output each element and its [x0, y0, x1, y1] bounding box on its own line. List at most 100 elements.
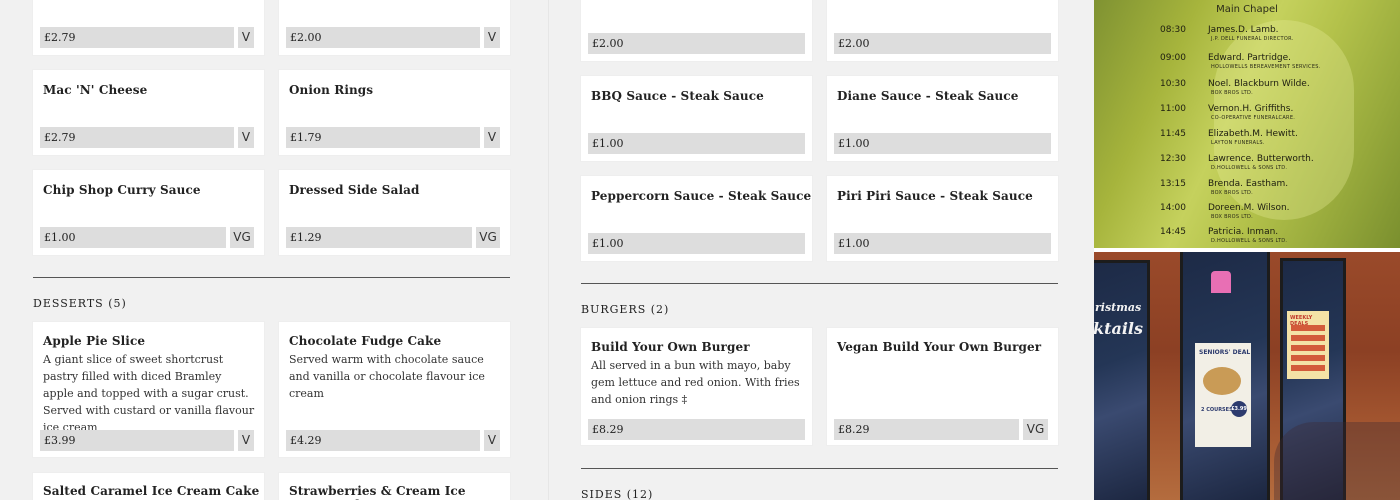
item-price: £2.79 [40, 27, 234, 48]
item-price: £1.79 [286, 127, 480, 148]
window-pane: ristmas ktails [1094, 260, 1150, 500]
poster-subtitle: 2 COURSES [1201, 407, 1233, 413]
item-price: £1.00 [834, 233, 1051, 254]
menu-item-card[interactable]: BBQ Sauce - Steak Sauce £1.00 [581, 76, 812, 161]
item-price: £2.79 [40, 127, 234, 148]
neon-sign-text: ktails [1094, 319, 1144, 338]
pub-window-photo: ristmas ktails SENIORS' DEAL 2 COURSES £… [1094, 252, 1400, 500]
schedule-time: 14:00 [1160, 203, 1186, 213]
schedule-firm: J.P. DELL FUNERAL DIRECTOR. [1211, 36, 1294, 42]
item-price: £3.99 [40, 430, 234, 451]
item-price: £1.00 [40, 227, 226, 248]
schedule-firm: D.HOLLOWELL & SONS LTD. [1211, 238, 1288, 244]
vegetarian-badge: V [484, 27, 500, 48]
menu-item-card[interactable]: Chip Shop Curry Sauce £1.00 VG [33, 170, 264, 255]
schedule-time: 08:30 [1160, 25, 1186, 35]
santa-hat-decoration [1211, 271, 1231, 293]
schedule-firm: HOLLOWELLS BEREAVEMENT SERVICES. [1211, 64, 1321, 70]
item-title: Strawberries & Cream Ice Cream Cake [289, 484, 466, 500]
vegetarian-badge: V [238, 127, 254, 148]
item-title: Diane Sauce - Steak Sauce [837, 89, 1019, 103]
vegan-badge: VG [230, 227, 254, 248]
schedule-name: Patricia. Inman. [1208, 227, 1279, 237]
schedule-time: 11:00 [1160, 104, 1186, 114]
item-title: Build Your Own Burger [591, 340, 750, 354]
shadow-overlay [1274, 422, 1400, 500]
schedule-time: 09:00 [1160, 53, 1186, 63]
poster-title: SENIORS' DEAL [1199, 349, 1251, 356]
menu-column-left: £2.79 V £2.00 V Mac 'N' Cheese £2.79 V O… [0, 0, 545, 500]
menu-item-card[interactable]: £2.00 V [279, 0, 510, 55]
item-description: Served warm with chocolate sauce and van… [289, 353, 485, 400]
section-heading-sides: SIDES (12) [581, 488, 654, 500]
section-heading-burgers: BURGERS (2) [581, 303, 670, 316]
item-title: Piri Piri Sauce - Steak Sauce [837, 189, 1033, 203]
item-price: £2.00 [286, 27, 480, 48]
menu-item-card[interactable]: Vegan Build Your Own Burger £8.29 VG [827, 328, 1058, 445]
item-price: £1.00 [588, 133, 805, 154]
menu-item-card[interactable]: Chocolate Fudge Cake Served warm with ch… [279, 322, 510, 457]
schedule-time: 12:30 [1160, 154, 1186, 164]
item-price: £2.00 [588, 33, 805, 54]
vegan-badge: VG [476, 227, 500, 248]
schedule-name: Noel. Blackburn Wilde. [1208, 79, 1310, 89]
menu-item-card[interactable]: Diane Sauce - Steak Sauce £1.00 [827, 76, 1058, 161]
schedule-name: Lawrence. Butterworth. [1208, 154, 1314, 164]
menu-item-card[interactable]: Mac 'N' Cheese £2.79 V [33, 70, 264, 155]
schedule-firm: BOX BROS LTD. [1211, 214, 1254, 220]
schedule-name: Doreen.M. Wilson. [1208, 203, 1290, 213]
schedule-name: Edward. Partridge. [1208, 53, 1292, 63]
deals-list-image [1291, 325, 1325, 373]
schedule-firm: BOX BROS LTD. [1211, 90, 1254, 96]
vegan-badge: VG [1023, 419, 1048, 440]
menu-item-card[interactable]: £2.00 [581, 0, 812, 61]
menu-item-card[interactable]: Piri Piri Sauce - Steak Sauce £1.00 [827, 176, 1058, 261]
menu-item-card[interactable]: Salted Caramel Ice Cream Cake [33, 473, 264, 500]
menu-item-card[interactable]: Build Your Own Burger All served in a bu… [581, 328, 812, 445]
neon-sign-text: ristmas [1095, 301, 1142, 314]
item-description: A giant slice of sweet shortcrust pastry… [43, 353, 255, 434]
schedule-heading: Main Chapel [1216, 4, 1278, 15]
menu-item-card[interactable]: Strawberries & Cream Ice Cream Cake [279, 473, 510, 500]
item-title: Chip Shop Curry Sauce [43, 183, 201, 197]
schedule-time: 10:30 [1160, 79, 1186, 89]
schedule-firm: LAYTON FUNERALS. [1211, 140, 1265, 146]
item-price: £8.29 [588, 419, 805, 440]
section-divider [581, 283, 1058, 284]
schedule-firm: D.HOLLOWELL & SONS LTD. [1211, 165, 1288, 171]
menu-item-card[interactable]: £2.79 V [33, 0, 264, 55]
menu-item-card[interactable]: Peppercorn Sauce - Steak Sauce £1.00 [581, 176, 812, 261]
item-title: Salted Caramel Ice Cream Cake [43, 484, 260, 498]
menu-item-card[interactable]: Onion Rings £1.79 V [279, 70, 510, 155]
schedule-time: 13:15 [1160, 179, 1186, 189]
section-heading-desserts: DESSERTS (5) [33, 297, 127, 310]
item-title: BBQ Sauce - Steak Sauce [591, 89, 764, 103]
schedule-board-photo: Main Chapel 08:30 James.D. Lamb. J.P. DE… [1094, 0, 1400, 248]
item-title: Onion Rings [289, 83, 374, 97]
item-price: £4.29 [286, 430, 480, 451]
vegetarian-badge: V [238, 27, 254, 48]
schedule-firm: BOX BROS LTD. [1211, 190, 1254, 196]
item-title: Apple Pie Slice [43, 334, 146, 348]
seniors-deal-poster: SENIORS' DEAL 2 COURSES £3.99 [1195, 343, 1251, 447]
schedule-time: 14:45 [1160, 227, 1186, 237]
weekly-deals-poster: WEEKLY DEALS [1287, 311, 1329, 379]
food-plate-image [1203, 367, 1241, 395]
schedule-time: 11:45 [1160, 129, 1186, 139]
schedule-name: Brenda. Eastham. [1208, 179, 1289, 189]
item-title: Mac 'N' Cheese [43, 83, 148, 97]
section-divider [581, 468, 1058, 469]
menu-item-card[interactable]: Apple Pie Slice A giant slice of sweet s… [33, 322, 264, 457]
photo-panel: Main Chapel 08:30 James.D. Lamb. J.P. DE… [1094, 0, 1400, 500]
item-title: Chocolate Fudge Cake [289, 334, 442, 348]
menu-column-right: £2.00 £2.00 BBQ Sauce - Steak Sauce £1.0… [548, 0, 1091, 500]
vegetarian-badge: V [238, 430, 254, 451]
schedule-name: James.D. Lamb. [1208, 25, 1279, 35]
item-title: Dressed Side Salad [289, 183, 420, 197]
item-price: £8.29 [834, 419, 1019, 440]
menu-item-card[interactable]: £2.00 [827, 0, 1058, 61]
schedule-name: Vernon.H. Griffiths. [1208, 104, 1294, 114]
item-price: £1.00 [834, 133, 1051, 154]
menu-item-card[interactable]: Dressed Side Salad £1.29 VG [279, 170, 510, 255]
section-divider [33, 277, 510, 278]
